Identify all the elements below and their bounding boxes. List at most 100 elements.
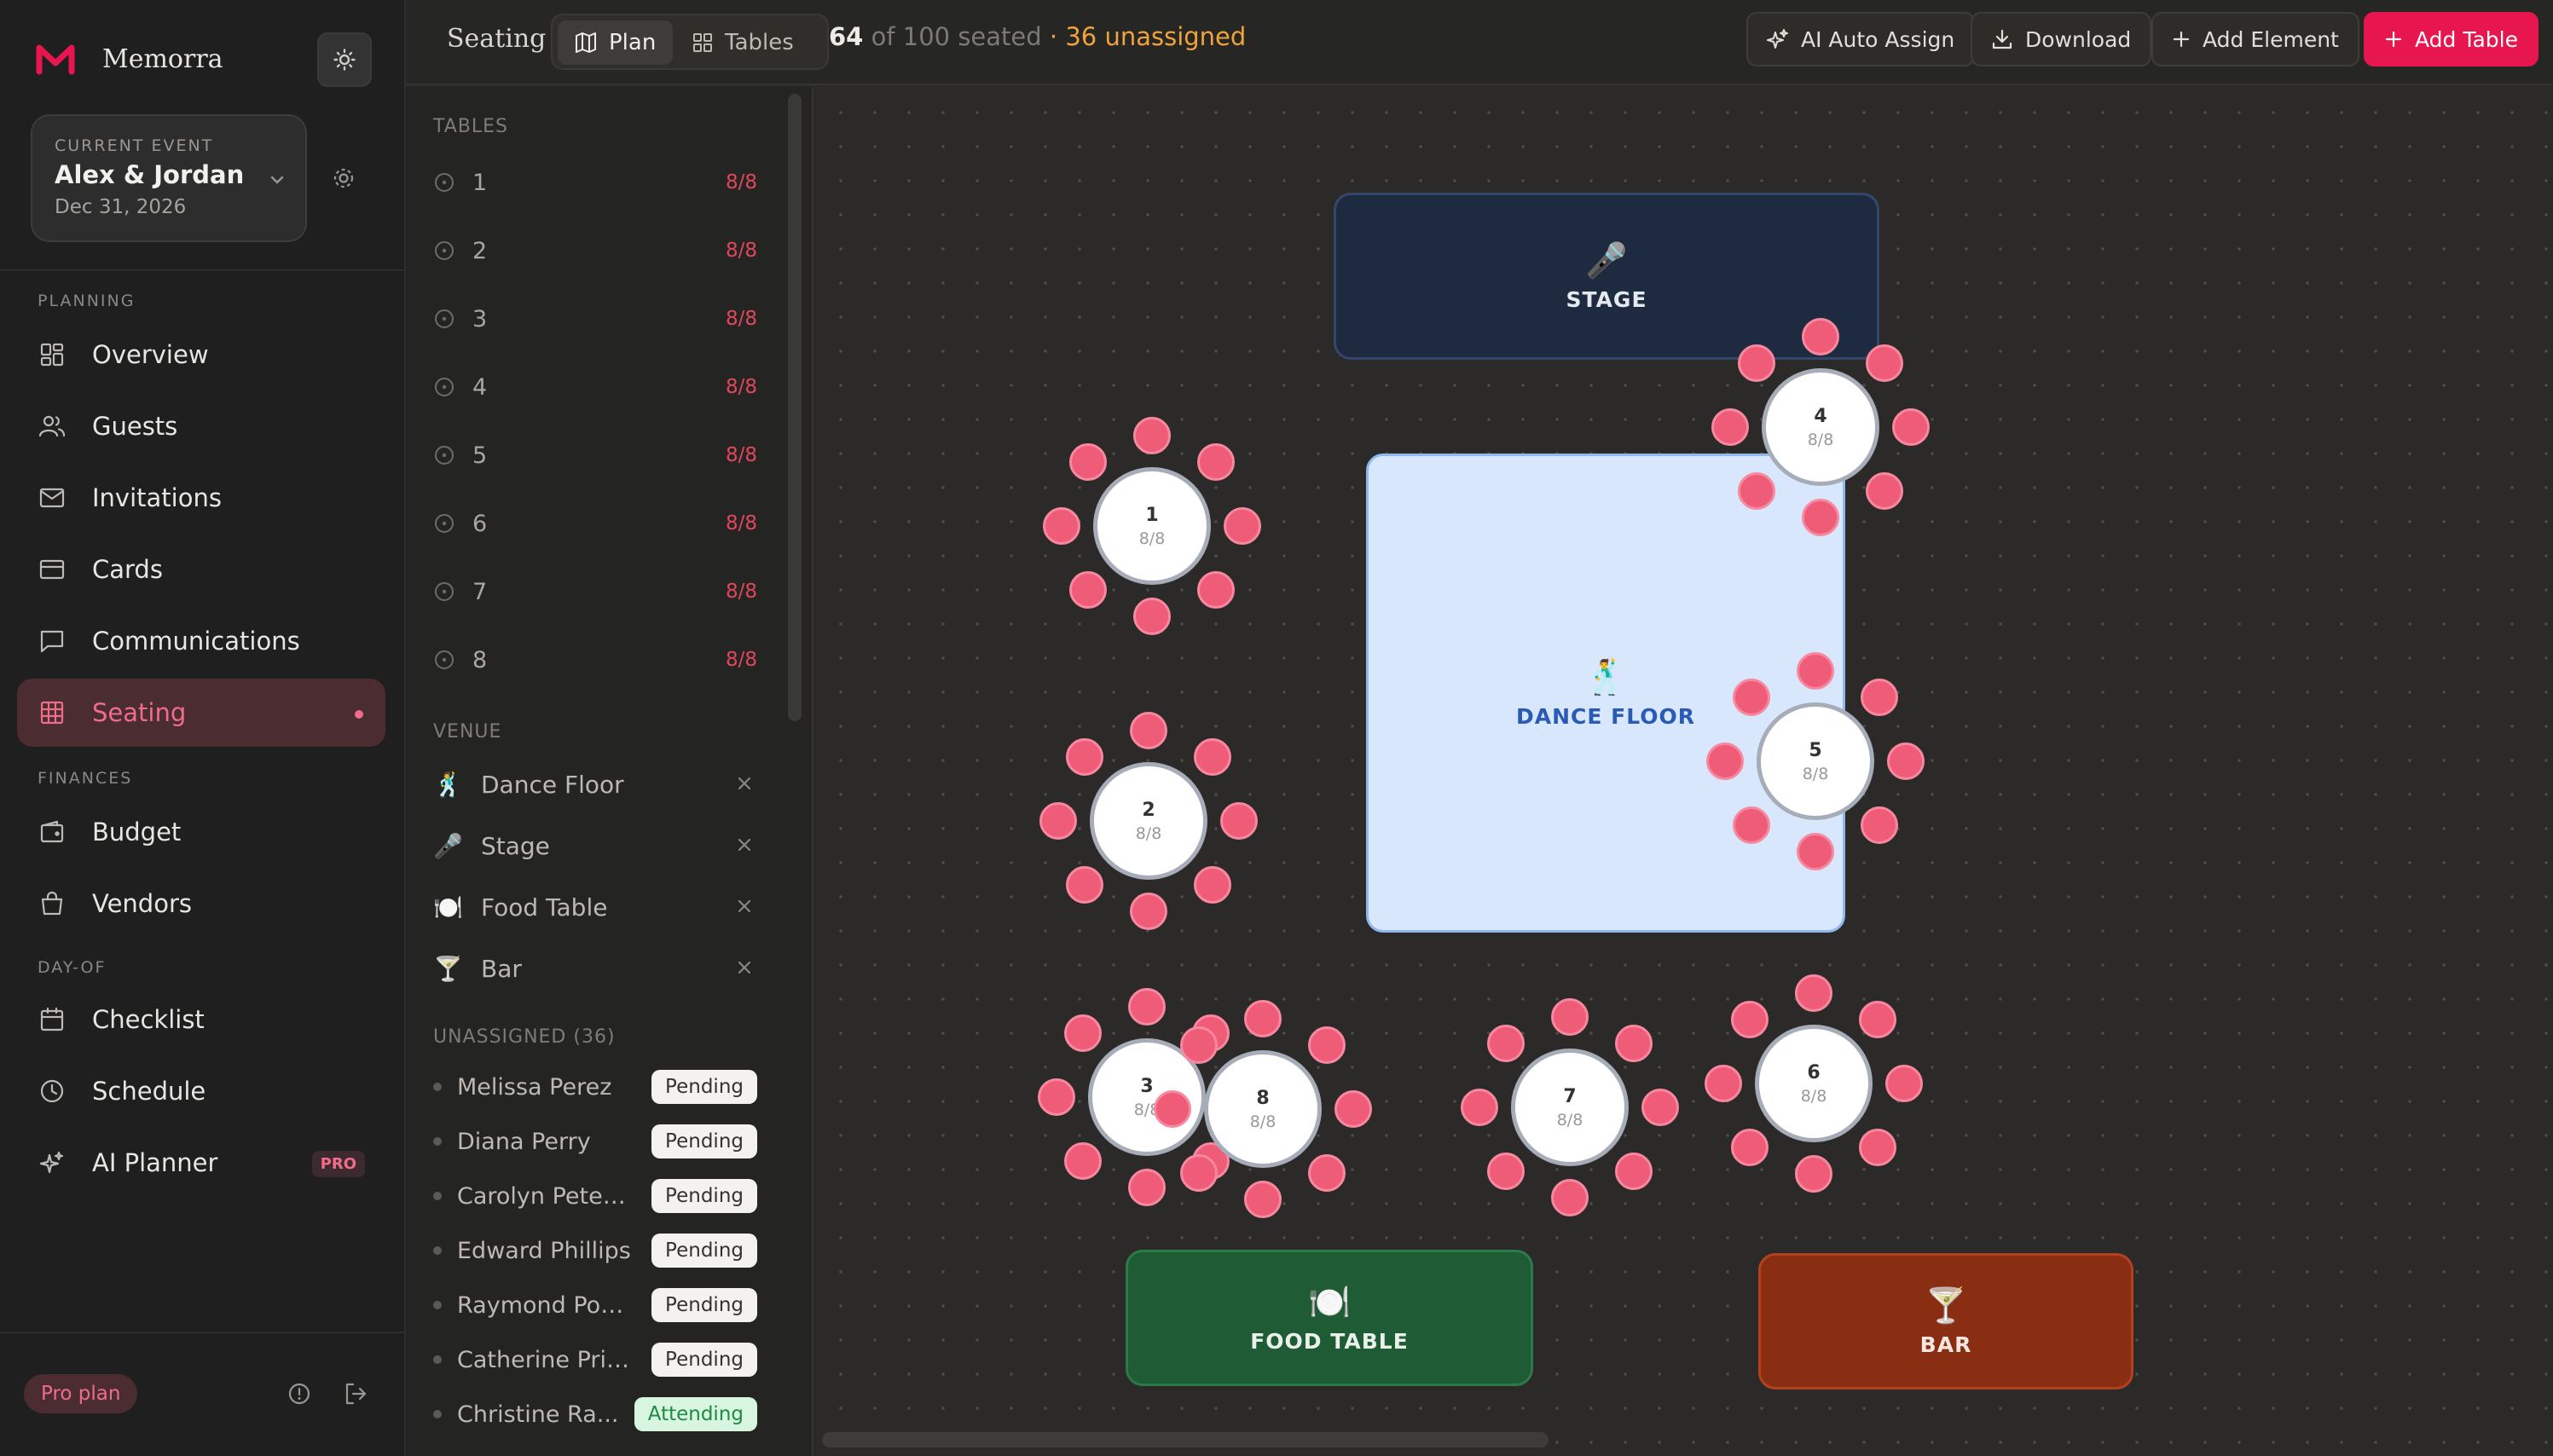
seat[interactable] [1865,471,1903,510]
round-table[interactable]: 5 8/8 [1700,646,1931,876]
seat[interactable] [1887,742,1925,780]
drag-handle[interactable] [433,1192,442,1200]
seat[interactable] [1244,1181,1282,1218]
seat[interactable] [1860,806,1898,844]
seat[interactable] [1705,1065,1742,1102]
seat[interactable] [1706,742,1744,780]
seat[interactable] [1865,344,1903,383]
seat[interactable] [1858,1001,1896,1039]
seat[interactable] [1551,998,1589,1036]
table-list-item[interactable]: 7 8/8 [433,575,757,609]
seat[interactable] [1154,1090,1191,1128]
drag-handle[interactable] [433,1410,442,1418]
seat[interactable] [1130,893,1167,930]
seat[interactable] [1130,712,1167,749]
guest-list-item[interactable]: Christine Ra... Attending [433,1395,757,1434]
seat[interactable] [1307,1026,1346,1065]
seat[interactable] [1487,1025,1525,1063]
seat[interactable] [1244,1000,1282,1037]
round-table[interactable]: 6 8/8 [1699,968,1929,1199]
venue-list-item[interactable]: 🍽️ Food Table [433,888,757,926]
seat[interactable] [1220,802,1258,840]
nav-budget[interactable]: Budget [17,798,385,866]
seat[interactable] [1064,1014,1103,1053]
remove-icon[interactable] [732,893,757,919]
seat[interactable] [1733,679,1771,717]
seat[interactable] [1038,1078,1075,1116]
guest-list-item[interactable]: Diana Perry Pending [433,1122,757,1161]
seat[interactable] [1064,1141,1103,1180]
round-table[interactable]: 7 8/8 [1455,992,1685,1222]
seat[interactable] [1224,507,1261,545]
remove-icon[interactable] [732,832,757,858]
seat[interactable] [1193,738,1231,777]
guest-list-item[interactable]: Raymond Pow... Pending [433,1286,757,1325]
drag-handle[interactable] [433,1246,442,1255]
table-list-item[interactable]: 4 8/8 [433,370,757,404]
round-table[interactable]: 4 8/8 [1705,312,1936,542]
add-table-button[interactable]: Add Table [2364,12,2539,66]
event-switcher[interactable]: CURRENT EVENT Alex & Jordan Dec 31, 2026 [31,114,307,242]
ai-auto-assign-button[interactable]: AI Auto Assign [1746,12,1976,66]
seat[interactable] [1731,1128,1769,1166]
seat[interactable] [1892,408,1930,446]
seat[interactable] [1551,1179,1589,1216]
seat[interactable] [1461,1089,1498,1126]
seat[interactable] [1614,1025,1653,1063]
seat[interactable] [1860,679,1898,717]
seat[interactable] [1641,1089,1679,1126]
food-table-element[interactable]: 🍽️ FOOD TABLE [1126,1250,1533,1386]
event-settings-icon[interactable] [331,165,356,191]
guest-list-item[interactable]: Catherine Price Pending [433,1340,757,1379]
guest-list-item[interactable]: Edward Phillips Pending [433,1231,757,1270]
seat[interactable] [1180,1026,1219,1065]
remove-icon[interactable] [732,771,757,796]
seat[interactable] [1069,443,1108,482]
seat[interactable] [1196,570,1235,609]
floor-plan-canvas[interactable]: 🎤 STAGE 🕺 DANCE FLOOR 🍽️ FOOD TABLE 🍸 BA… [815,87,2553,1456]
drag-handle[interactable] [433,1137,442,1146]
seat[interactable] [1795,1155,1832,1193]
seat[interactable] [1738,471,1776,510]
panel-scrollbar[interactable] [788,94,802,721]
download-button[interactable]: Download [1971,12,2152,66]
drag-handle[interactable] [433,1355,442,1364]
nav-guests[interactable]: Guests [17,392,385,460]
tab-plan[interactable]: Plan [558,20,674,65]
logout-icon[interactable] [343,1381,368,1407]
guest-list-item[interactable]: Carolyn Peters... Pending [433,1176,757,1216]
venue-list-item[interactable]: 🍸 Bar [433,950,757,987]
seat[interactable] [1334,1090,1372,1128]
seat[interactable] [1043,507,1080,545]
bar-element[interactable]: 🍸 BAR [1758,1253,2133,1390]
round-table[interactable]: 8 8/8 [1148,994,1378,1224]
drag-handle[interactable] [433,1301,442,1309]
seat[interactable] [1039,802,1077,840]
nav-overview[interactable]: Overview [17,321,385,389]
tab-tables[interactable]: Tables [675,20,811,65]
nav-schedule[interactable]: Schedule [17,1057,385,1125]
drag-handle[interactable] [433,1083,442,1091]
table-list-item[interactable]: 1 8/8 [433,165,757,199]
seat[interactable] [1133,417,1171,454]
seat[interactable] [1733,806,1771,844]
brand[interactable]: Memorra [34,38,223,80]
theme-toggle-button[interactable] [317,32,372,87]
seat[interactable] [1797,652,1834,690]
add-element-button[interactable]: Add Element [2151,12,2359,66]
nav-cards[interactable]: Cards [17,535,385,604]
seat[interactable] [1802,318,1839,355]
nav-communications[interactable]: Communications [17,607,385,675]
nav-seating[interactable]: Seating [17,679,385,747]
seat[interactable] [1858,1128,1896,1166]
nav-invitations[interactable]: Invitations [17,464,385,532]
seat[interactable] [1795,974,1832,1012]
seat[interactable] [1133,598,1171,635]
seat[interactable] [1711,408,1749,446]
seat[interactable] [1069,570,1108,609]
seat[interactable] [1614,1152,1653,1190]
seat[interactable] [1487,1152,1525,1190]
seat[interactable] [1802,499,1839,536]
nav-checklist[interactable]: Checklist [17,985,385,1054]
seat[interactable] [1193,865,1231,904]
